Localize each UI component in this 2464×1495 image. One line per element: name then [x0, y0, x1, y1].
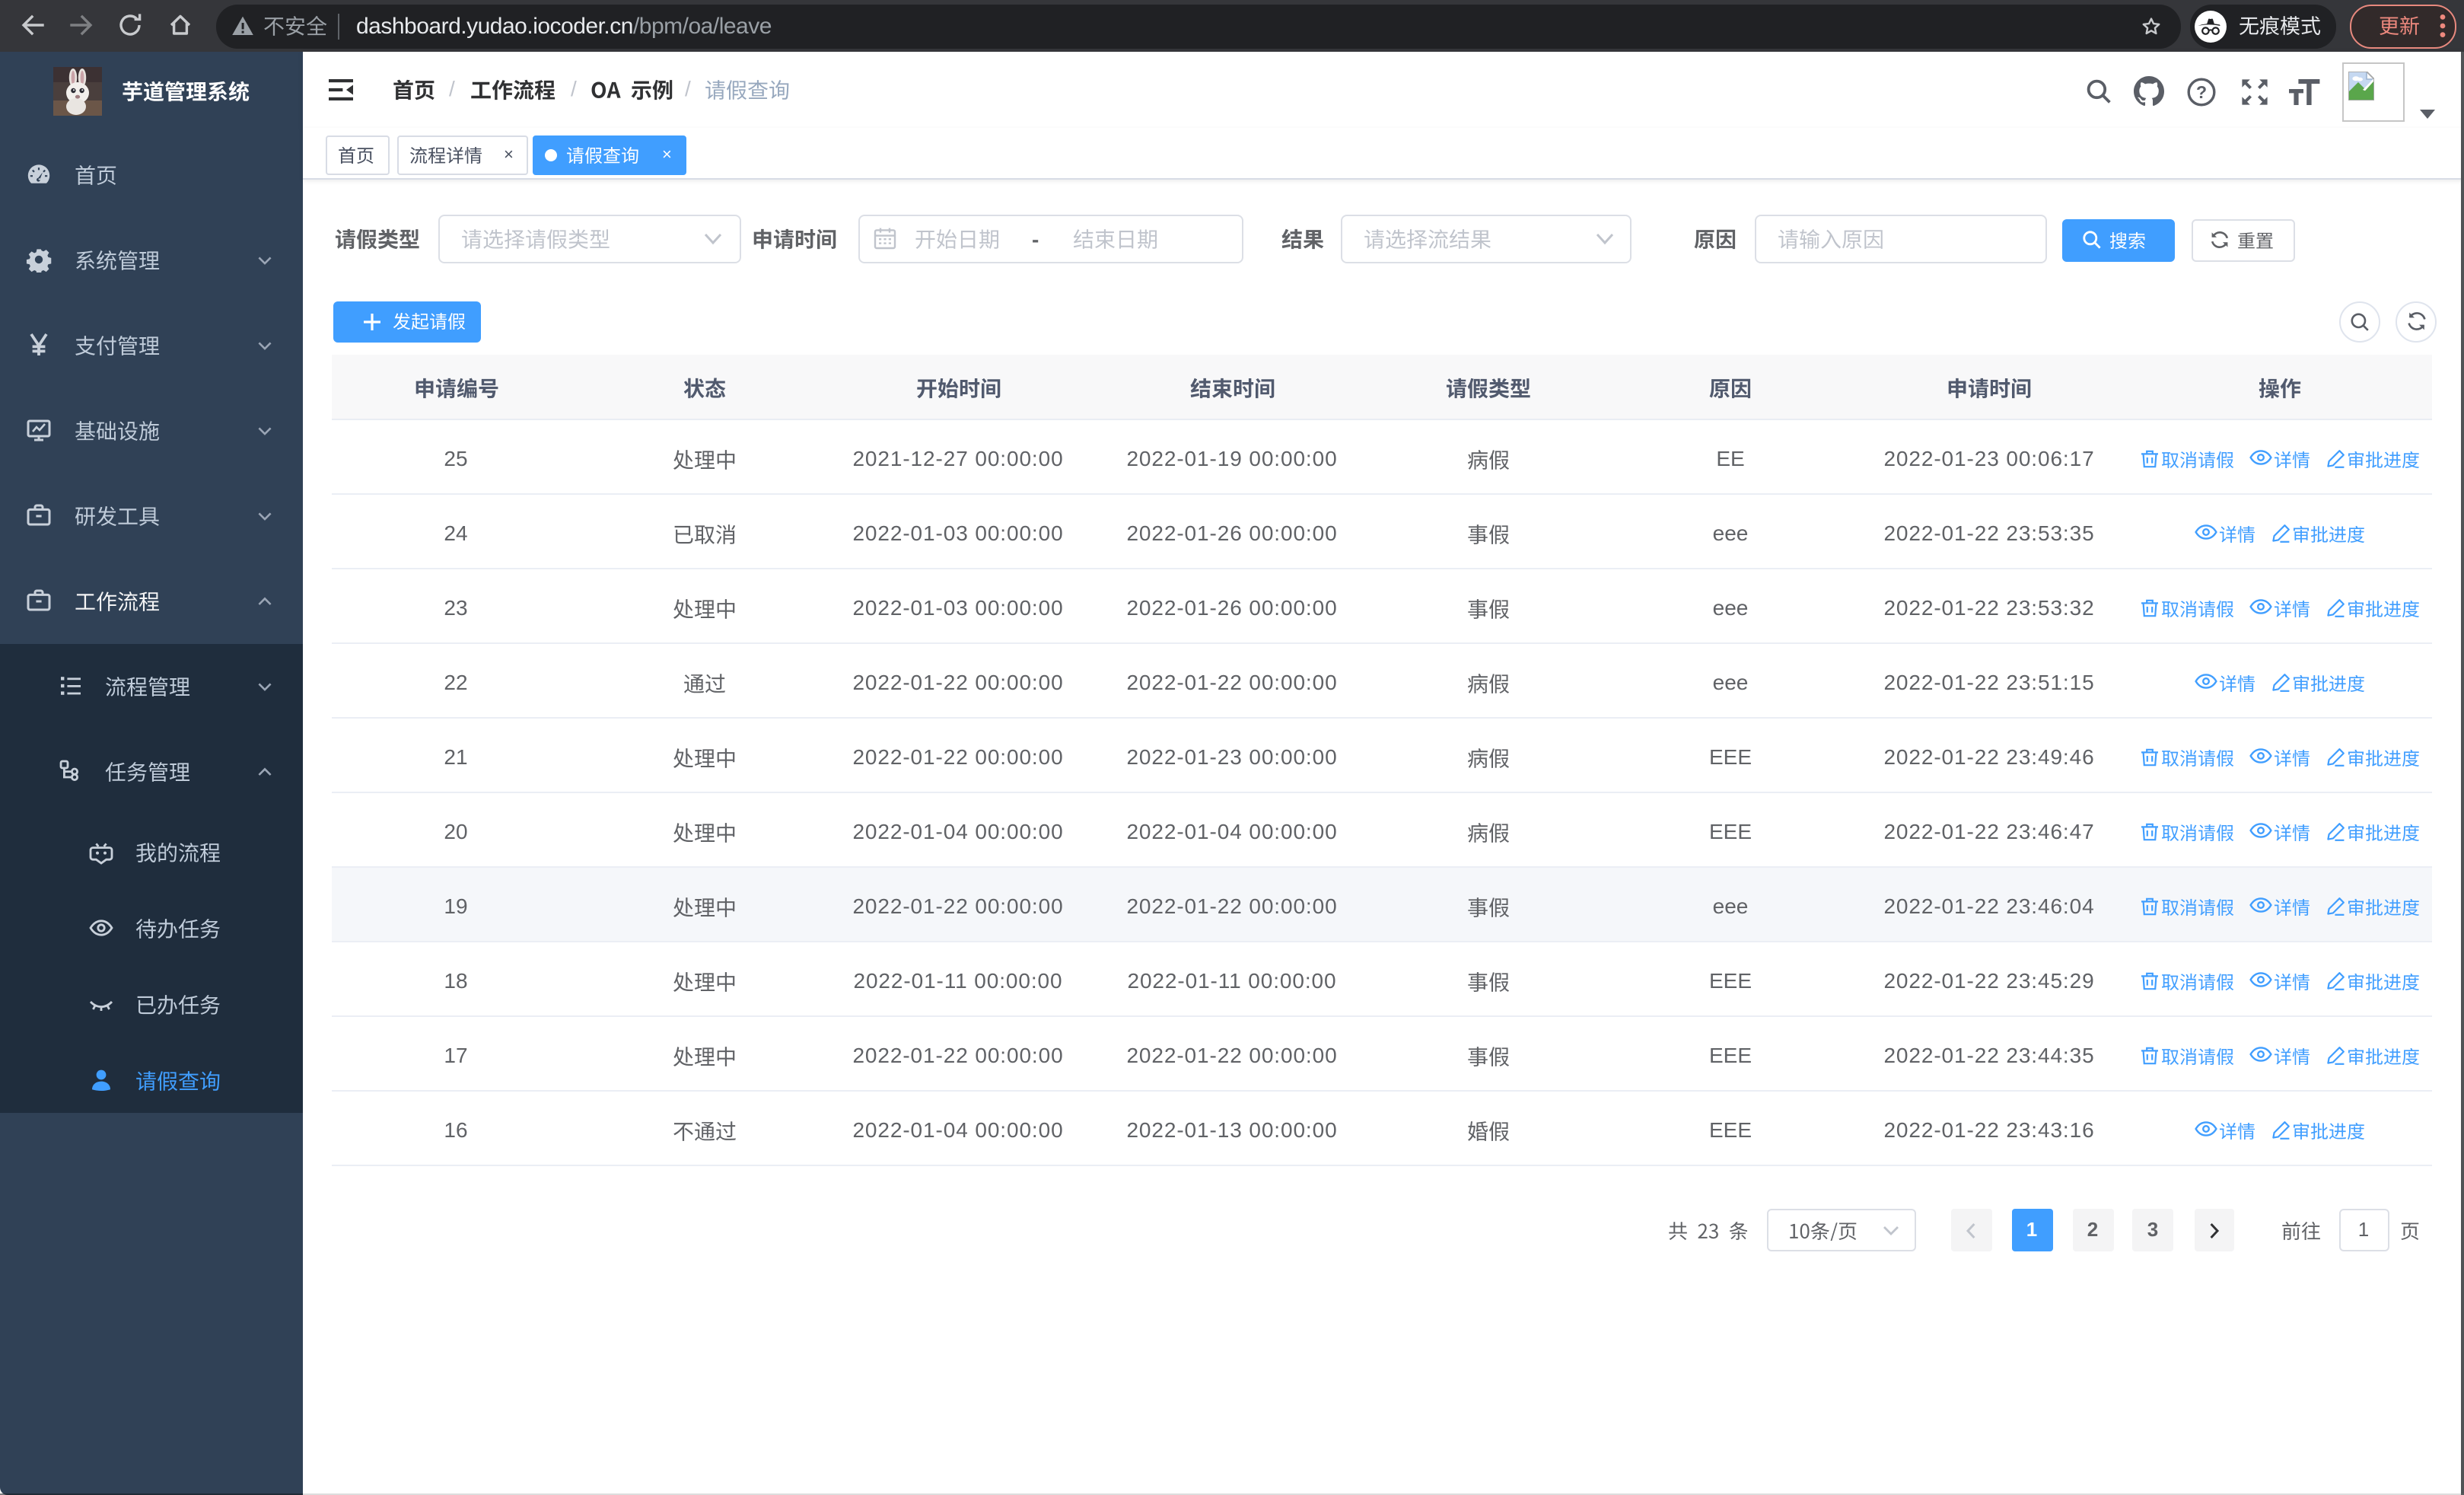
svg-text:?: ?: [2196, 81, 2207, 101]
